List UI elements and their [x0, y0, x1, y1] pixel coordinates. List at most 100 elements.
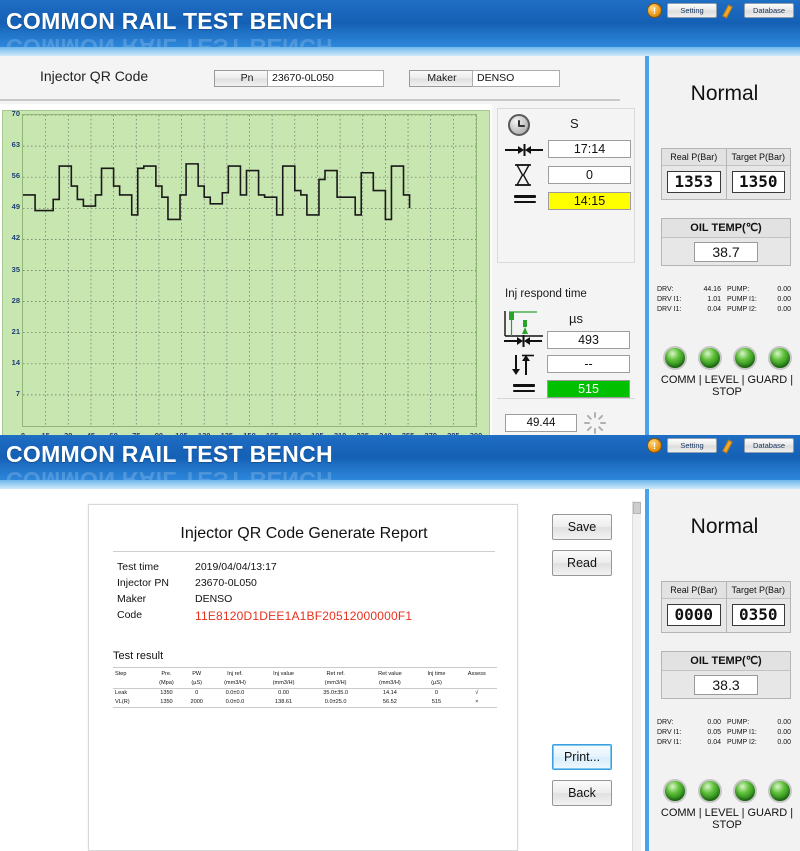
table-header-cell [457, 679, 497, 689]
bottom-toolbar: ! Setting Database [647, 438, 794, 453]
table-header-cell: (mm3/H) [272, 680, 295, 686]
table-cell: 35.0±35.0 [323, 690, 349, 696]
bottom-window-body: Injector QR Code Generate Report Test ti… [0, 489, 800, 851]
pressure-chart[interactable]: 7142128354249566370 01530456075901051201… [0, 104, 492, 487]
table-header-row: (Mpa) (µS) (mm3/H) (mm3/H) (mm3/H) (mm3/H) (µS… [113, 679, 497, 689]
info-icon[interactable]: ! [647, 438, 662, 453]
y-axis-tick-label: 14 [11, 357, 20, 367]
oil-temp-group: OIL TEMP(℃) 38.7 [661, 218, 791, 266]
readout-label: DRV I1: [657, 738, 682, 746]
table-header-row: Step Pre. PW Inj ref. Inj value Ret ref. Ret v… [113, 668, 497, 680]
readout-row: DRV I1: 0.05 PUMP I1: 0.00 [657, 727, 797, 737]
target-pressure-label: Target P(Bar) [726, 582, 790, 599]
test-result-title: Test result [113, 650, 164, 662]
table-header-cell: PW [192, 671, 202, 677]
readout-value: 0.00 [777, 295, 791, 303]
table-header-cell: Inj value [273, 671, 294, 677]
real-pressure-value: 0000 [667, 604, 721, 626]
report-card: Injector QR Code Generate Report Test ti… [88, 504, 518, 851]
top-toolbar: ! Setting Database [647, 3, 794, 18]
report-scrollbar[interactable] [632, 501, 641, 851]
table-header-cell: Ret ref. [326, 671, 345, 677]
table-header-cell: Ret value [378, 671, 402, 677]
readout-row: DRV I1: 0.04 PUMP I2: 0.00 [657, 737, 797, 747]
read-button[interactable]: Read [552, 550, 612, 576]
readout-value: 0.00 [777, 718, 791, 726]
readout-label: DRV I1: [657, 305, 682, 313]
readout-value: 44.16 [703, 285, 721, 293]
status-state-label: Normal [690, 82, 759, 105]
pn-value-field[interactable]: 23670-0L050 [267, 70, 384, 87]
chart-plot-area [22, 114, 477, 427]
maker-value-field[interactable]: DENSO [472, 70, 560, 87]
report-actions: Save Read [552, 514, 616, 586]
info-icon[interactable]: ! [647, 3, 662, 18]
status-state-label: Normal [690, 515, 759, 538]
clock-icon [508, 114, 530, 136]
readout-label: DRV I1: [657, 728, 682, 736]
table-cell: 1350 [160, 699, 173, 705]
target-pressure-value: 0350 [731, 604, 785, 626]
table-cell: × [475, 699, 479, 705]
led-indicators [657, 779, 797, 803]
inj-unit: µs [569, 311, 583, 326]
readout-value: 0.04 [707, 305, 721, 313]
readout-value: 1.01 [707, 295, 721, 303]
report-fields: Test time 2019/04/04/13:17 Injector PN 2367… [117, 561, 497, 627]
y-axis-tick-label: 56 [11, 171, 20, 181]
report-row-value: 11E8120D1DEE1A1BF20512000000F1 [195, 609, 413, 623]
save-button[interactable]: Save [552, 514, 612, 540]
pencil-icon[interactable] [722, 3, 739, 18]
readout-row: DRV: 44.16 PUMP: 0.00 [657, 284, 797, 294]
database-button[interactable]: Database [744, 438, 794, 453]
pressure-gauges: Real P(Bar) 1353 Target P(Bar) 1350 [661, 148, 791, 200]
table-cell: 138.61 [275, 699, 293, 705]
title-accent-strip [0, 480, 800, 489]
pencil-icon[interactable] [722, 438, 739, 453]
table-cell: Leak [115, 690, 128, 696]
readout-value: 0.00 [777, 728, 791, 736]
real-pressure-label: Real P(Bar) [662, 582, 726, 599]
table-row: VL(R) 1350 2000 0.0±0.0 138.61 0.0±25.0 56.52 5… [113, 698, 497, 708]
target-pressure-gauge: Target P(Bar) 1350 [725, 149, 790, 199]
table-cell: 0.0±0.0 [225, 690, 245, 696]
qr-code-bar: Injector QR Code Pn 23670-0L050 Maker DE… [0, 56, 645, 102]
table-cell: 2000 [190, 699, 203, 705]
app-title: COMMON RAIL TEST BENCH [6, 441, 333, 467]
readout-value: 0.00 [707, 718, 721, 726]
inj-total-display: 515 [547, 380, 630, 398]
maker-button[interactable]: Maker [409, 70, 475, 87]
print-button[interactable]: Print... [552, 744, 612, 770]
setting-button[interactable]: Setting [667, 438, 717, 453]
report-row-value: 2019/04/04/13:17 [195, 561, 277, 573]
oil-temp-label: OIL TEMP(℃) [662, 652, 790, 671]
table-header-cell: Step [115, 671, 127, 677]
table-cell: √ [475, 690, 479, 696]
guard-led [732, 779, 757, 803]
report-divider [113, 551, 495, 552]
report-title: Injector QR Code Generate Report [180, 525, 428, 542]
target-pressure-value: 1350 [731, 171, 785, 193]
report-row-label: Maker [117, 593, 147, 605]
comm-led [662, 346, 687, 370]
remaining-time-display: 0 [548, 166, 631, 184]
readout-label: PUMP I1: [726, 728, 757, 736]
y-axis-tick-label: 7 [15, 388, 20, 398]
table-row: Leak 1350 0 0.0±0.0 0.00 35.0±35.0 14.14 0 √ [113, 689, 497, 699]
readout-label: PUMP: [726, 718, 750, 726]
inj-close-display: -- [547, 355, 630, 373]
table-cell: 515 [431, 699, 442, 705]
back-button[interactable]: Back [552, 780, 612, 806]
report-scrollbar-thumb[interactable] [633, 502, 641, 514]
table-header-cell: (µS) [191, 680, 203, 686]
span-arrows-icon [505, 144, 543, 156]
pressure-gauges: Real P(Bar) 0000 Target P(Bar) 0350 [661, 581, 791, 633]
database-button[interactable]: Database [744, 3, 794, 18]
table-header-cell: Inj time [427, 671, 446, 677]
report-row-label: Test time [117, 561, 160, 573]
setting-button[interactable]: Setting [667, 3, 717, 18]
divider [0, 99, 620, 101]
y-axis-tick-label: 49 [11, 202, 20, 212]
readout-value: 0.00 [777, 285, 791, 293]
level-led [697, 346, 722, 370]
